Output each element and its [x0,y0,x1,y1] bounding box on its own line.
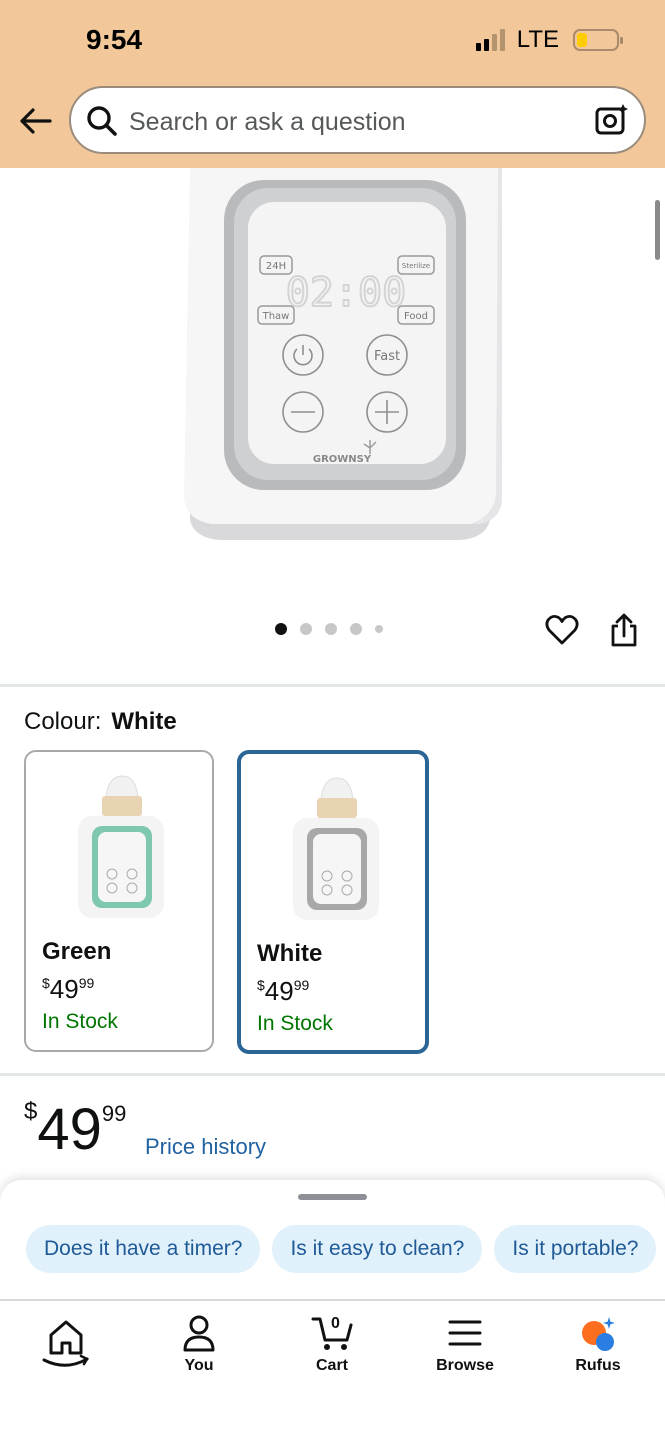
option-stock: In Stock [257,1012,333,1035]
colour-label-text: Colour: [24,708,102,735]
search-input[interactable]: Search or ask a question [129,108,406,137]
header: 9:54 LTE Search or ask a question [0,0,665,168]
nav-label: Rufus [575,1357,621,1374]
colour-option-white[interactable]: White $4999 In Stock [237,750,429,1054]
carousel-dots[interactable] [275,623,383,635]
product-page: 9:54 LTE Search or ask a question 24H St… [0,0,665,1440]
nav-label: Browse [436,1357,494,1374]
rufus-icon [582,1317,615,1351]
white-variant-thumbnail [293,777,379,920]
option-price: $4999 [257,976,310,1006]
search-bar[interactable]: Search or ask a question [69,86,646,154]
timer-display: 02:00 [286,270,406,316]
panel-label-food: Food [404,311,428,322]
suggestion-chip[interactable]: Is it portable? [494,1225,657,1273]
menu-icon [448,1320,482,1346]
colour-label: Colour: White [24,708,177,736]
brand-logo: GROWNSY [313,454,372,465]
nav-browse[interactable]: Browse [415,1313,515,1375]
network-label: LTE [516,26,559,53]
panel-label-24h: 24H [266,261,286,272]
scrollbar[interactable] [655,200,660,260]
signal-icon [475,29,505,51]
carousel-dot[interactable] [350,623,362,635]
status-indicators: LTE [475,26,623,54]
suggestion-chip[interactable]: Does it have a timer? [26,1225,261,1273]
nav-label: You [184,1357,214,1374]
suggestion-chips: Does it have a timer? Is it easy to clea… [26,1225,657,1273]
nav-label: Cart [315,1357,348,1374]
sheet-drag-handle[interactable] [298,1194,367,1200]
rufus-suggestion-sheet: Does it have a timer? Is it easy to clea… [0,1180,665,1300]
fast-button-label: Fast [374,349,400,364]
bottom-nav: You 0 Cart Browse Rufus [0,1299,665,1440]
battery-icon [573,29,623,51]
divider [0,684,665,687]
search-icon [87,106,117,136]
carousel-dot[interactable] [275,623,287,635]
product-image: 24H Sterilize Thaw Food 02:00 Fast GROWN… [155,168,511,563]
colour-option-green[interactable]: Green $4999 In Stock [24,750,214,1052]
panel-label-sterilize: Sterilize [402,262,430,270]
green-variant-thumbnail [78,775,164,918]
carousel-dot[interactable] [325,623,337,635]
cart-count: 0 [331,1315,340,1332]
status-time: 9:54 [86,24,143,55]
home-icon [42,1320,89,1367]
carousel-dot[interactable] [300,623,312,635]
share-icon[interactable] [608,612,640,648]
nav-rufus[interactable]: Rufus [548,1313,648,1375]
product-price: $4999 [24,1097,127,1162]
option-name: Green [42,938,112,965]
nav-home[interactable] [16,1313,116,1369]
divider [0,1073,665,1076]
nav-you[interactable]: You [149,1313,249,1375]
carousel-dot[interactable] [375,625,383,633]
colour-selected-value: White [111,708,177,735]
user-icon [183,1315,215,1352]
price-history-link[interactable]: Price history [145,1134,266,1160]
heart-icon[interactable] [544,612,580,648]
suggestion-chip[interactable]: Is it easy to clean? [272,1225,483,1273]
product-image-carousel[interactable]: 24H Sterilize Thaw Food 02:00 Fast GROWN… [0,168,665,688]
camera-lens-icon[interactable] [594,102,630,138]
nav-cart[interactable]: 0 Cart [282,1313,382,1375]
option-stock: In Stock [42,1010,118,1033]
option-name: White [257,940,323,967]
back-arrow-icon[interactable] [16,102,54,140]
option-price: $4999 [42,974,95,1004]
